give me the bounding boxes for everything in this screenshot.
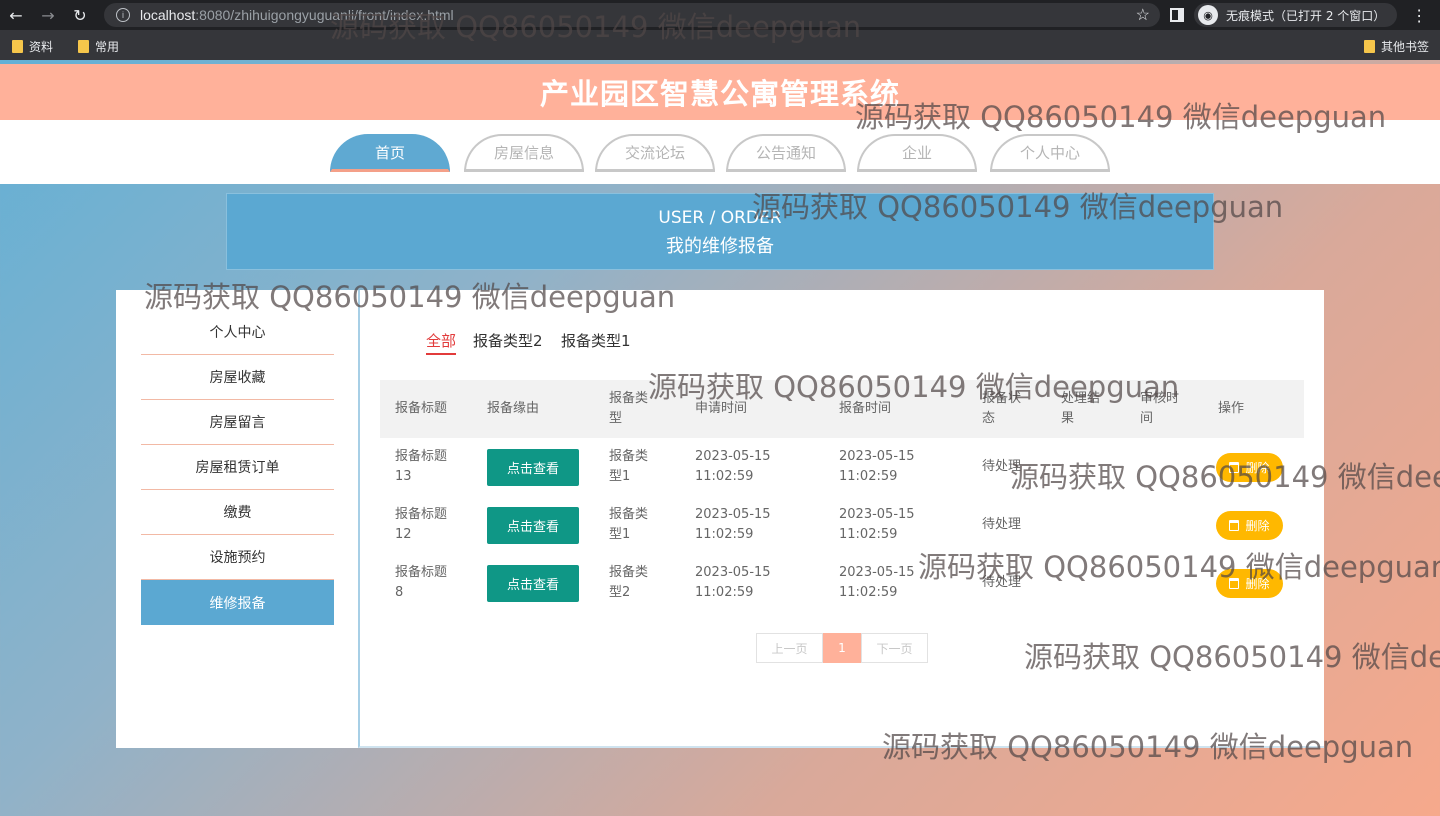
bookmark-folder-changyong[interactable]: 常用	[78, 38, 119, 55]
cell-type: 报备类 型2	[609, 565, 649, 600]
view-reason-button[interactable]: 点击查看	[487, 565, 579, 602]
bookmark-star-icon[interactable]: ☆	[1136, 5, 1150, 25]
trash-icon	[1229, 462, 1240, 473]
back-icon[interactable]: ←	[0, 0, 32, 30]
table-row: 报备标题 12 点击查看 报备类 型1 2023-05-15 11:02:59 …	[380, 496, 1304, 554]
pagination: 上一页 1 下一页	[756, 633, 928, 663]
nav-tab-home[interactable]: 首页	[330, 134, 450, 172]
bookmark-label: 其他书签	[1381, 40, 1430, 54]
cell-status: 待处理	[982, 459, 1022, 474]
side-panel-icon[interactable]	[1170, 8, 1184, 22]
incognito-indicator[interactable]: ◉ 无痕模式（已打开 2 个窗口）	[1194, 3, 1398, 27]
delete-label: 删除	[1245, 577, 1270, 591]
table-row: 报备标题 8 点击查看 报备类 型2 2023-05-15 11:02:59 2…	[380, 554, 1304, 612]
cell-status: 待处理	[982, 575, 1022, 590]
address-bar[interactable]: i localhost:8080/zhihuigongyuguanli/fron…	[104, 3, 1160, 27]
column-header: 报备类 型	[609, 391, 649, 426]
sidebar-item-user-center[interactable]: 个人中心	[141, 310, 334, 355]
nav-tab-company[interactable]: 企业	[857, 134, 977, 172]
column-header: 报备标题	[395, 401, 448, 416]
nav-tab-notices[interactable]: 公告通知	[726, 134, 846, 172]
incognito-icon: ◉	[1198, 5, 1218, 25]
browser-toolbar: ← → ↻ i localhost:8080/zhihuigongyuguanl…	[0, 0, 1440, 30]
url-path: :8080/zhihuigongyuguanli/front/index.htm…	[195, 7, 454, 23]
bookmark-label: 资料	[29, 40, 54, 54]
page-number-current[interactable]: 1	[823, 633, 861, 663]
site-info-icon[interactable]: i	[116, 8, 130, 22]
cell-report-time: 2023-05-15 11:02:59	[839, 507, 915, 542]
cell-type: 报备类 型1	[609, 449, 649, 484]
column-header: 报备缘由	[487, 401, 540, 416]
filter-type-2[interactable]: 报备类型2	[473, 330, 543, 351]
incognito-label: 无痕模式（已打开 2 个窗口）	[1226, 8, 1386, 23]
main-nav: 首页 房屋信息 交流论坛 公告通知 企业 个人中心	[0, 120, 1440, 184]
table-header: 报备标题 报备缘由 报备类 型 申请时间 报备时间 报备状 态 处理结 果 审核…	[380, 380, 1304, 438]
sidebar-item-rental-orders[interactable]: 房屋租赁订单	[141, 445, 334, 490]
next-page-button[interactable]: 下一页	[861, 633, 928, 663]
prev-page-button[interactable]: 上一页	[756, 633, 823, 663]
cell-report-time: 2023-05-15 11:02:59	[839, 449, 915, 484]
cell-title: 报备标题 8	[395, 565, 448, 600]
column-header: 处理结 果	[1061, 391, 1101, 426]
browser-menu-icon[interactable]: ⋮	[1411, 6, 1427, 25]
cell-type: 报备类 型1	[609, 507, 649, 542]
cell-title: 报备标题 13	[395, 449, 448, 484]
bookmark-label: 常用	[95, 40, 120, 54]
reload-icon[interactable]: ↻	[64, 0, 96, 30]
nav-tab-house-info[interactable]: 房屋信息	[464, 134, 584, 172]
url-host: localhost	[140, 7, 196, 23]
filter-type-1[interactable]: 报备类型1	[561, 330, 631, 351]
delete-label: 删除	[1245, 519, 1270, 533]
sidebar-item-payment[interactable]: 缴费	[141, 490, 334, 535]
folder-icon	[1364, 40, 1375, 53]
cell-apply-time: 2023-05-15 11:02:59	[695, 449, 771, 484]
column-header: 报备时间	[839, 401, 892, 416]
delete-button[interactable]: 删除	[1216, 453, 1283, 482]
column-header: 操作	[1218, 401, 1245, 416]
folder-icon	[12, 40, 23, 53]
sidebar: 个人中心 房屋收藏 房屋留言 房屋租赁订单 缴费 设施预约 维修报备	[116, 290, 358, 748]
column-header: 申请时间	[695, 401, 748, 416]
banner-subtitle: USER / ORDER	[658, 208, 782, 228]
bookmarks-bar: 资料 常用 其他书签	[0, 30, 1440, 60]
cell-status: 待处理	[982, 517, 1022, 532]
forward-icon[interactable]: →	[32, 0, 64, 30]
bookmark-folder-ziliao[interactable]: 资料	[12, 38, 53, 55]
column-header: 审核时 间	[1140, 391, 1180, 426]
main-content: 全部 报备类型2 报备类型1 报备标题 报备缘由 报备类 型 申请时间 报备时间…	[358, 290, 1324, 748]
view-reason-button[interactable]: 点击查看	[487, 507, 579, 544]
site-title: 产业园区智慧公寓管理系统	[0, 64, 1440, 120]
nav-tab-forum[interactable]: 交流论坛	[595, 134, 715, 172]
sidebar-item-favorites[interactable]: 房屋收藏	[141, 355, 334, 400]
filter-all[interactable]: 全部	[426, 330, 457, 355]
table-row: 报备标题 13 点击查看 报备类 型1 2023-05-15 11:02:59 …	[380, 438, 1304, 496]
cell-report-time: 2023-05-15 11:02:59	[839, 565, 915, 600]
delete-button[interactable]: 删除	[1216, 511, 1283, 540]
folder-icon	[78, 40, 89, 53]
delete-label: 删除	[1245, 461, 1270, 475]
column-header: 报备状 态	[982, 391, 1022, 426]
sidebar-item-facility-booking[interactable]: 设施预约	[141, 535, 334, 580]
sidebar-item-repair-report[interactable]: 维修报备	[141, 580, 334, 625]
sidebar-item-messages[interactable]: 房屋留言	[141, 400, 334, 445]
cell-apply-time: 2023-05-15 11:02:59	[695, 507, 771, 542]
trash-icon	[1229, 520, 1240, 531]
cell-apply-time: 2023-05-15 11:02:59	[695, 565, 771, 600]
nav-tab-user-center[interactable]: 个人中心	[990, 134, 1110, 172]
delete-button[interactable]: 删除	[1216, 569, 1283, 598]
cell-title: 报备标题 12	[395, 507, 448, 542]
bookmark-folder-other[interactable]: 其他书签	[1364, 38, 1429, 55]
view-reason-button[interactable]: 点击查看	[487, 449, 579, 486]
trash-icon	[1229, 578, 1240, 589]
page-banner: USER / ORDER 我的维修报备	[226, 193, 1214, 270]
page-title: 我的维修报备	[666, 236, 774, 257]
